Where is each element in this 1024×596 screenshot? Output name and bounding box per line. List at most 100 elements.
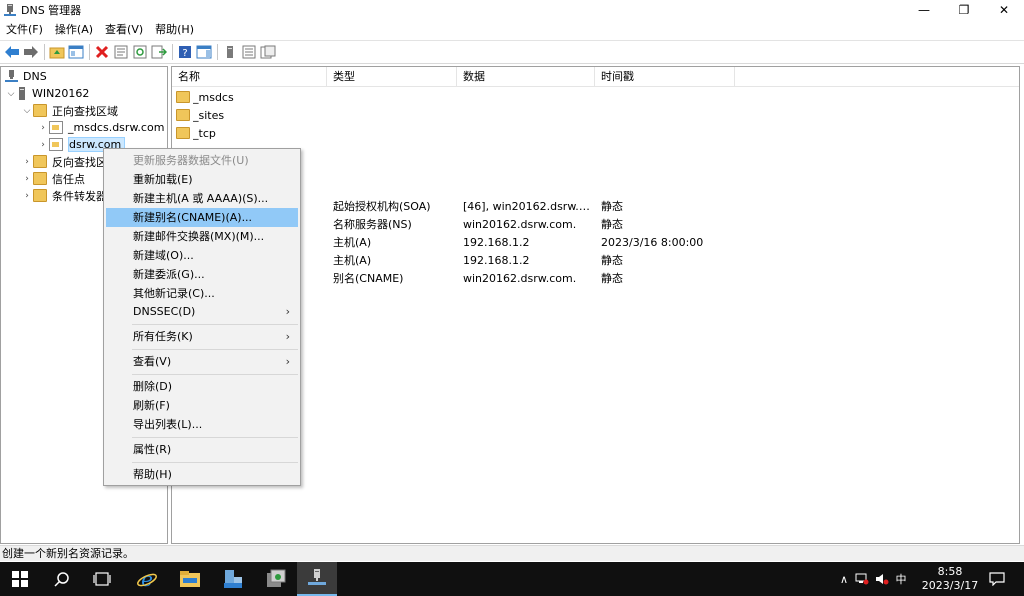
zone-records-icon[interactable] <box>259 43 277 61</box>
refresh-icon[interactable] <box>131 43 149 61</box>
export-list-icon[interactable] <box>150 43 168 61</box>
show-hidden-icons-chevron-icon[interactable]: ∧ <box>836 573 852 586</box>
record-timestamp: 静态 <box>601 254 623 267</box>
list-item[interactable]: _msdcs <box>172 88 234 106</box>
search-button[interactable] <box>42 562 82 596</box>
task-view-button[interactable] <box>82 562 122 596</box>
collapse-chevron-icon[interactable]: ⌵ <box>21 106 33 116</box>
menu-separator <box>132 349 298 350</box>
tree-label: 信任点 <box>52 172 85 186</box>
submenu-arrow-icon: › <box>285 355 290 368</box>
taskbar-internet-explorer[interactable]: e <box>127 562 167 596</box>
column-header-data[interactable]: 数据 <box>457 67 595 87</box>
taskbar-server-manager[interactable] <box>213 562 253 596</box>
menu-item-new-alias-cname[interactable]: 新建别名(CNAME)(A)... <box>106 208 298 227</box>
record-list-icon[interactable] <box>240 43 258 61</box>
column-header-timestamp[interactable]: 时间戳 <box>595 67 735 87</box>
tree-node-dns[interactable]: DNS <box>5 68 47 85</box>
menu-item-all-tasks[interactable]: 所有任务(K) › <box>106 327 298 346</box>
help-icon[interactable]: ? <box>176 43 194 61</box>
restore-button[interactable]: ❐ <box>944 0 984 20</box>
menu-item-update-server-data-file: 更新服务器数据文件(U) <box>133 154 249 167</box>
expand-chevron-icon[interactable]: › <box>21 157 33 167</box>
tree-node-forward-zones[interactable]: ⌵ 正向查找区域 <box>21 102 118 119</box>
taskbar-admin-tools[interactable] <box>256 562 296 596</box>
clock-date: 2023/3/17 <box>921 579 979 592</box>
tree-label: 条件转发器 <box>52 189 107 203</box>
expand-chevron-icon[interactable]: › <box>37 140 49 150</box>
windows-logo-icon <box>12 571 28 587</box>
minimize-button[interactable]: — <box>904 0 944 20</box>
menu-help[interactable]: 帮助(H) <box>149 21 200 39</box>
console-tree-icon[interactable] <box>67 43 85 61</box>
menu-item-new-mail-exchanger[interactable]: 新建邮件交换器(MX)(M)... <box>106 227 298 246</box>
column-header-name[interactable]: 名称 <box>172 67 327 87</box>
task-view-icon <box>93 572 111 586</box>
menu-item-new-delegation[interactable]: 新建委派(G)... <box>106 265 298 284</box>
tree-node-server[interactable]: ⌵ WIN20162 <box>5 85 89 102</box>
tree-node-trust-points[interactable]: › 信任点 <box>21 170 85 187</box>
menu-bar: 文件(F) 操作(A) 查看(V) 帮助(H) <box>0 21 1024 39</box>
record-type: 主机(A) <box>333 254 372 267</box>
record-type: 别名(CNAME) <box>333 272 404 285</box>
server-manager-icon <box>224 570 242 588</box>
menu-item-reload[interactable]: 重新加载(E) <box>106 170 298 189</box>
action-center-button[interactable] <box>980 562 1014 596</box>
collapse-chevron-icon[interactable]: ⌵ <box>5 89 17 99</box>
menu-item-dnssec[interactable]: DNSSEC(D) › <box>106 302 298 321</box>
menu-item-new-host[interactable]: 新建主机(A 或 AAAA)(S)... <box>106 189 298 208</box>
menu-item-help[interactable]: 帮助(H) <box>106 465 298 484</box>
up-folder-icon[interactable] <box>48 43 66 61</box>
notification-icon <box>989 572 1005 586</box>
forward-arrow-icon[interactable] <box>22 43 40 61</box>
menu-item-refresh[interactable]: 刷新(F) <box>106 396 298 415</box>
tree-label: DNS <box>23 70 47 83</box>
input-method-indicator[interactable]: 中 <box>892 571 910 587</box>
menu-item-view[interactable]: 查看(V) › <box>106 352 298 371</box>
expand-chevron-icon[interactable]: › <box>37 123 49 133</box>
list-item[interactable]: _tcp <box>172 124 216 142</box>
menu-item-export-list[interactable]: 导出列表(L)... <box>106 415 298 434</box>
tree-node-conditional-forwarders[interactable]: › 条件转发器 <box>21 187 107 204</box>
menu-view[interactable]: 查看(V) <box>99 21 149 39</box>
clock[interactable]: 8:58 2023/3/17 <box>920 565 980 593</box>
properties-icon[interactable] <box>112 43 130 61</box>
column-header-type[interactable]: 类型 <box>327 67 457 87</box>
toolbar-separator <box>172 44 173 60</box>
menu-item-label: 查看(V) <box>133 355 172 368</box>
record-name: _tcp <box>193 126 216 140</box>
dns-manager-icon <box>308 569 326 585</box>
title-bar: DNS 管理器 — ❐ ✕ <box>0 0 1024 20</box>
system-tray: ∧ 中 <box>836 562 910 596</box>
server-icon[interactable] <box>221 43 239 61</box>
internet-explorer-icon: e <box>137 568 157 590</box>
delete-icon[interactable] <box>93 43 111 61</box>
menu-separator <box>132 462 298 463</box>
list-item[interactable]: _sites <box>172 106 224 124</box>
server-icon <box>17 87 27 100</box>
menu-separator <box>132 437 298 438</box>
show-hide-action-pane-icon[interactable] <box>195 43 213 61</box>
start-button[interactable] <box>0 562 40 596</box>
menu-item-delete[interactable]: 删除(D) <box>106 377 298 396</box>
close-button[interactable]: ✕ <box>984 0 1024 20</box>
record-type: 名称服务器(NS) <box>333 218 412 231</box>
toolbar-separator <box>89 44 90 60</box>
folder-icon <box>176 127 190 139</box>
folder-icon <box>33 155 47 168</box>
network-icon[interactable] <box>852 573 872 585</box>
taskbar-dns-manager[interactable] <box>297 562 337 596</box>
taskbar-file-explorer[interactable] <box>170 562 210 596</box>
menu-file[interactable]: 文件(F) <box>0 21 49 39</box>
search-icon <box>54 572 69 587</box>
menu-item-other-new-records[interactable]: 其他新记录(C)... <box>106 284 298 303</box>
menu-action[interactable]: 操作(A) <box>49 21 99 39</box>
tree-node-msdcs-zone[interactable]: › _msdcs.dsrw.com <box>37 119 164 136</box>
back-arrow-icon[interactable] <box>3 43 21 61</box>
volume-muted-icon[interactable] <box>872 573 892 585</box>
expand-chevron-icon[interactable]: › <box>21 191 33 201</box>
list-header: 名称 类型 数据 时间戳 <box>172 67 1019 87</box>
menu-item-properties[interactable]: 属性(R) <box>106 440 298 459</box>
menu-item-new-domain[interactable]: 新建域(O)... <box>106 246 298 265</box>
expand-chevron-icon[interactable]: › <box>21 174 33 184</box>
